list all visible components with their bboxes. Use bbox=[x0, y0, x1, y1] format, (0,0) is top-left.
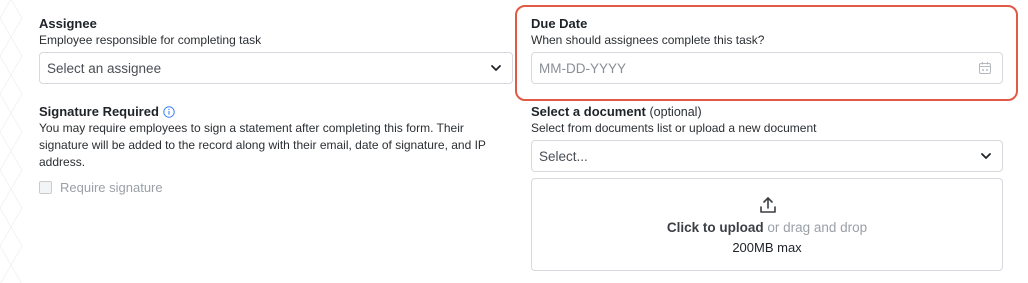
click-to-upload-link[interactable]: Click to upload bbox=[667, 220, 764, 235]
document-select-value: Select... bbox=[539, 148, 588, 164]
upload-icon bbox=[760, 197, 776, 213]
signature-label-row: Signature Required bbox=[39, 104, 175, 119]
signature-label: Signature Required bbox=[39, 104, 159, 119]
signature-help: You may require employees to sign a stat… bbox=[39, 121, 486, 169]
chevron-down-icon bbox=[491, 65, 501, 71]
document-label-row: Select a document (optional) bbox=[531, 104, 702, 119]
upload-dropzone[interactable]: Click to upload or drag and drop 200MB m… bbox=[531, 178, 1003, 271]
drag-drop-text: or drag and drop bbox=[763, 220, 868, 235]
require-signature-row[interactable]: Require signature bbox=[39, 180, 163, 195]
assignee-select-value: Select an assignee bbox=[47, 60, 162, 76]
assignee-help: Employee responsible for completing task bbox=[39, 33, 262, 47]
due-date-label: Due Date bbox=[531, 16, 588, 31]
upload-instructions: Click to upload or drag and drop bbox=[532, 220, 1002, 235]
due-date-help: When should assignees complete this task… bbox=[531, 33, 765, 47]
calendar-icon[interactable] bbox=[978, 61, 992, 75]
document-help: Select from documents list or upload a n… bbox=[531, 121, 817, 135]
due-date-placeholder: MM-DD-YYYY bbox=[539, 60, 626, 76]
document-optional: (optional) bbox=[649, 105, 702, 119]
require-signature-checkbox[interactable] bbox=[39, 181, 52, 194]
assignee-label: Assignee bbox=[39, 16, 97, 31]
background-pattern bbox=[0, 0, 22, 283]
due-date-input[interactable]: MM-DD-YYYY bbox=[531, 52, 1003, 84]
assignee-select[interactable]: Select an assignee bbox=[39, 52, 513, 84]
require-signature-label: Require signature bbox=[60, 180, 163, 195]
upload-size-limit: 200MB max bbox=[732, 240, 802, 255]
info-icon[interactable] bbox=[163, 105, 175, 118]
document-select[interactable]: Select... bbox=[531, 140, 1003, 172]
document-label: Select a document bbox=[531, 104, 646, 119]
chevron-down-icon bbox=[981, 153, 991, 159]
